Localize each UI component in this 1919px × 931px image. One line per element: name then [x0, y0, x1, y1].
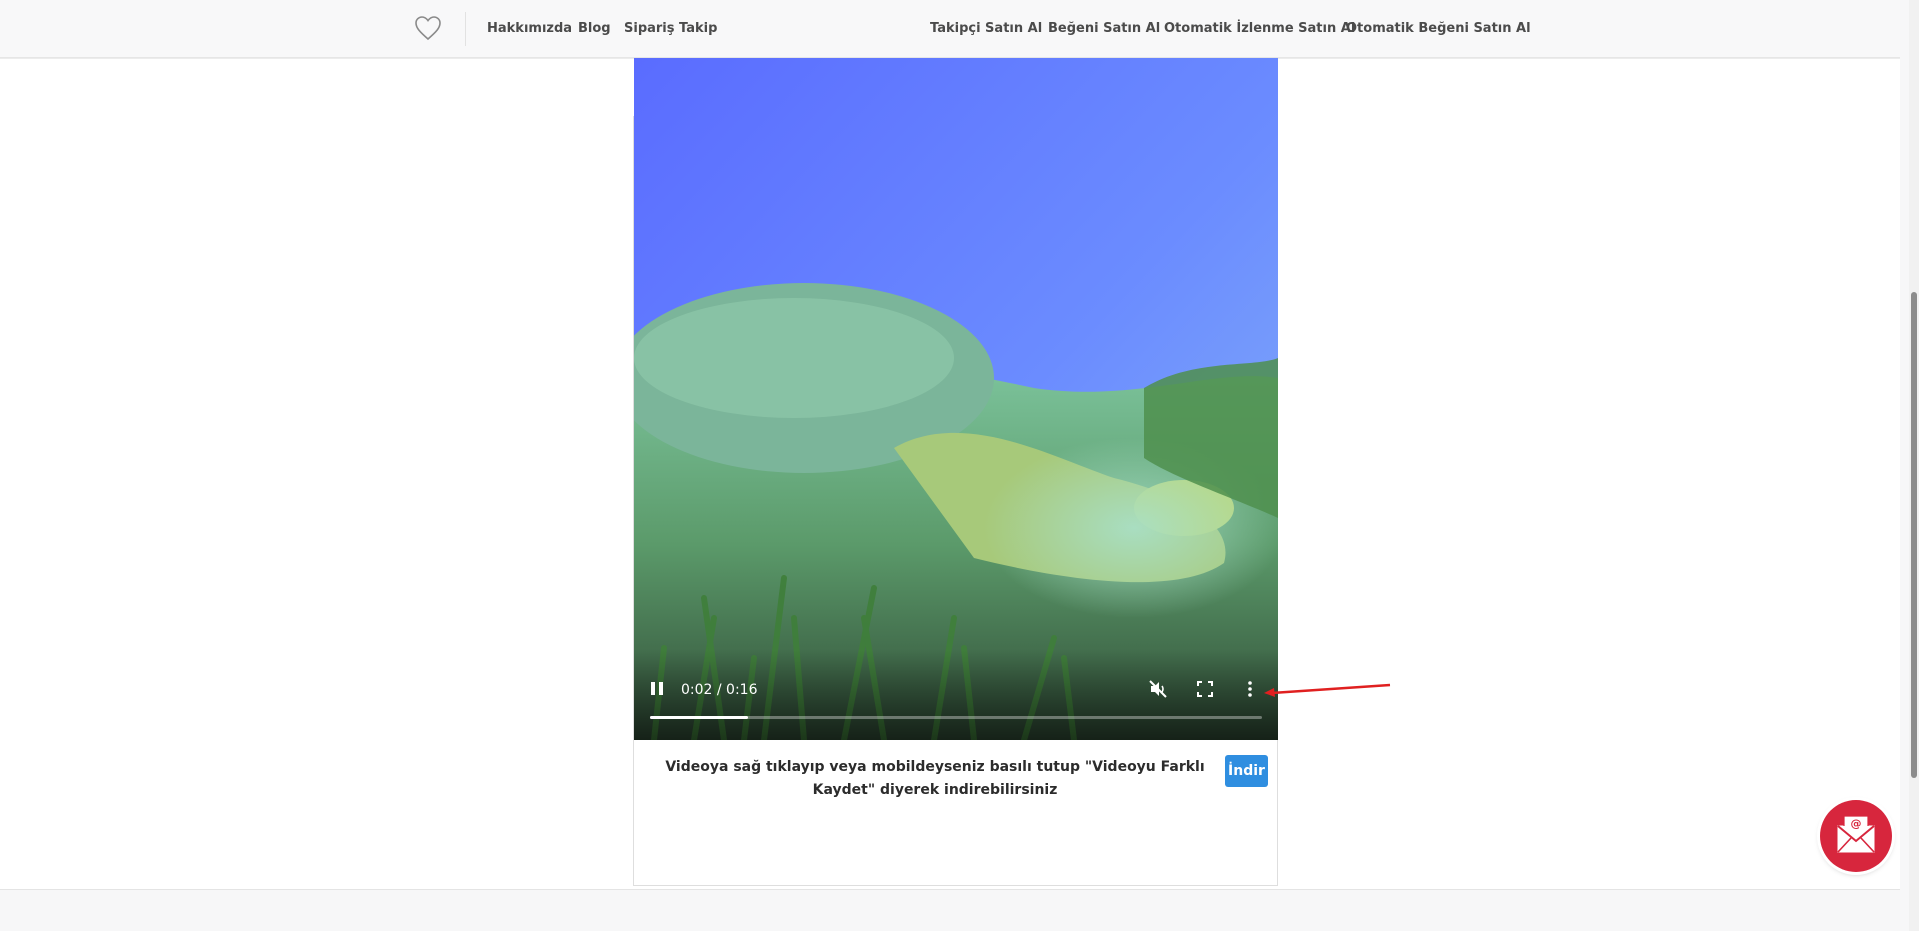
nav-divider — [465, 12, 466, 46]
page: Hakkımızda Blog Sipariş Takip Takipçi Sa… — [0, 0, 1919, 931]
svg-text:@: @ — [1851, 817, 1862, 830]
top-navbar: Hakkımızda Blog Sipariş Takip Takipçi Sa… — [0, 0, 1900, 58]
video-player[interactable]: 0:02 / 0:16 — [634, 58, 1278, 740]
video-frame — [634, 58, 1278, 740]
heart-outline-icon[interactable] — [413, 13, 443, 43]
annotation-arrow — [1264, 683, 1391, 697]
fullscreen-icon[interactable] — [1196, 680, 1214, 698]
download-instructions: Videoya sağ tıklayıp veya mobildeyseniz … — [665, 759, 1205, 798]
volume-muted-icon[interactable] — [1148, 679, 1168, 699]
video-progress-bar[interactable] — [650, 716, 1262, 719]
mail-envelope-icon: @ — [1837, 815, 1875, 853]
nav-link-takipci-satin-al[interactable]: Takipçi Satın Al — [930, 21, 1042, 36]
nav-link-begeni-satin-al[interactable]: Beğeni Satın Al — [1048, 21, 1160, 36]
nav-link-otomatik-izlenme[interactable]: Otomatik İzlenme Satın Al — [1164, 21, 1355, 36]
nav-link-otomatik-begeni[interactable]: Otomatik Beğeni Satın Al — [1346, 21, 1531, 36]
download-button[interactable]: İndir — [1225, 755, 1268, 787]
nav-link-siparis-takip[interactable]: Sipariş Takip — [624, 21, 717, 36]
video-time-display: 0:02 / 0:16 — [681, 682, 758, 698]
nav-link-blog[interactable]: Blog — [578, 21, 611, 36]
more-options-icon[interactable] — [1246, 679, 1254, 699]
contact-mail-button[interactable]: @ — [1820, 800, 1892, 872]
scrollbar-thumb[interactable] — [1911, 292, 1917, 778]
video-progress-fill — [650, 716, 748, 719]
nav-link-hakkimizda[interactable]: Hakkımızda — [487, 21, 572, 36]
page-scrollbar[interactable] — [1909, 0, 1919, 931]
pause-icon[interactable] — [649, 680, 665, 698]
